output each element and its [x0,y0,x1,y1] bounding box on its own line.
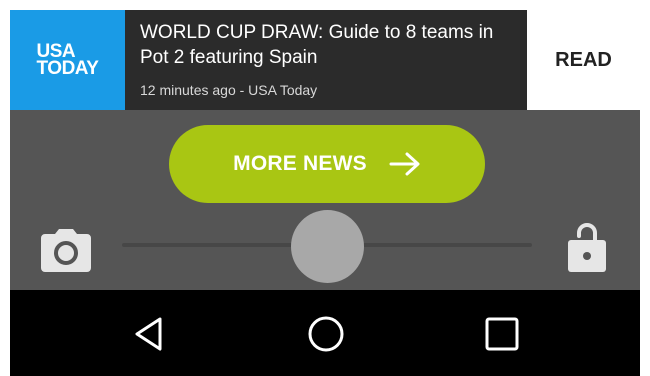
notification-body[interactable]: WORLD CUP DRAW: Guide to 8 teams in Pot … [125,10,527,110]
read-button[interactable]: READ [527,10,640,110]
navigation-bar [10,290,640,376]
recents-icon[interactable] [484,316,520,352]
arrow-right-icon [389,152,420,176]
read-button-label: READ [555,48,612,71]
back-icon[interactable] [130,314,170,354]
news-notification[interactable]: USA TODAY WORLD CUP DRAW: Guide to 8 tea… [10,10,640,110]
usa-today-logo: USA TODAY [10,10,125,110]
unlock-icon[interactable] [568,220,606,272]
lockscreen: USA TODAY WORLD CUP DRAW: Guide to 8 tea… [10,10,640,376]
unlock-slider-knob[interactable] [291,210,364,283]
more-news-button[interactable]: MORE NEWS [169,125,485,203]
notification-meta: 12 minutes ago - USA Today [140,82,318,98]
camera-icon[interactable] [41,228,91,272]
logo-line-2: TODAY [36,58,99,79]
home-icon[interactable] [306,314,346,354]
more-news-label: MORE NEWS [233,152,367,175]
notification-headline: WORLD CUP DRAW: Guide to 8 teams in Pot … [140,22,494,68]
